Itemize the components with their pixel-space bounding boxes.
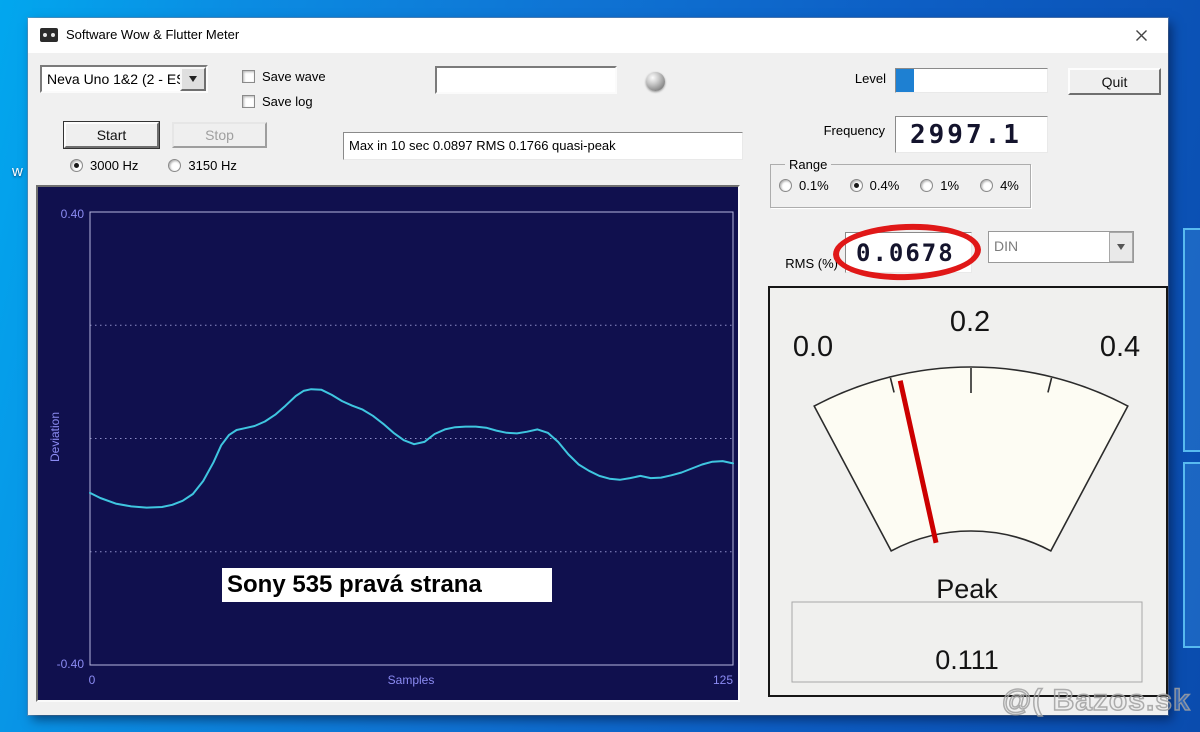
radio-indicator bbox=[779, 179, 792, 192]
radio-indicator bbox=[168, 159, 182, 172]
watermark: @( Bazos.sk bbox=[1001, 683, 1191, 718]
close-icon bbox=[1135, 30, 1147, 41]
scale-label-0: 0.0 bbox=[793, 331, 833, 363]
gauge-face bbox=[813, 366, 1129, 552]
analog-meter: 0.0 0.2 0.4 Peak 0.111 bbox=[768, 286, 1168, 697]
window-title: Software Wow & Flutter Meter bbox=[66, 27, 240, 42]
frequency-display: 2997.1 bbox=[895, 116, 1048, 153]
range-radios: 0.1% 0.4% 1% 4% bbox=[779, 178, 1019, 193]
cassette-app-icon bbox=[40, 28, 58, 42]
title-bar: Software Wow & Flutter Meter bbox=[28, 18, 1168, 53]
status-led-icon bbox=[646, 72, 665, 91]
device-select-value: Neva Uno 1&2 (2 - ESI . bbox=[42, 67, 180, 91]
radio-0-4[interactable]: 0.4% bbox=[849, 178, 900, 193]
checkbox-indicator bbox=[242, 70, 255, 83]
toggle-label: 0.4% bbox=[869, 178, 900, 193]
radio-indicator bbox=[980, 179, 994, 192]
toggle-label: 1% bbox=[940, 178, 960, 193]
radio-0-1[interactable]: 0.1% bbox=[779, 178, 829, 193]
test-frequency-radios: 3000 Hz 3150 Hz bbox=[70, 158, 237, 173]
radio-indicator bbox=[70, 159, 83, 172]
range-group-title: Range bbox=[785, 157, 832, 172]
scale-label-04: 0.4 bbox=[1100, 331, 1140, 363]
peak-label: Peak bbox=[936, 574, 998, 604]
x-axis-title: Samples bbox=[388, 673, 435, 687]
close-button[interactable] bbox=[1122, 18, 1160, 53]
toggle-label: 3150 Hz bbox=[188, 158, 237, 173]
radio-4[interactable]: 4% bbox=[980, 178, 1019, 193]
app-window: Software Wow & Flutter Meter Neva Uno 1&… bbox=[28, 18, 1168, 715]
save-options: Save wave Save log bbox=[242, 69, 326, 109]
chart-annotation: Sony 535 pravá strana bbox=[222, 568, 552, 602]
device-select[interactable]: Neva Uno 1&2 (2 - ESI . bbox=[40, 65, 208, 93]
checkbox-save-log[interactable]: Save log bbox=[242, 94, 326, 109]
meter-canvas: 0.0 0.2 0.4 Peak 0.111 bbox=[791, 306, 1143, 683]
start-button[interactable]: Start bbox=[64, 122, 159, 148]
wallpaper-rectangle bbox=[1183, 462, 1200, 648]
y-axis-top-tick: 0.40 bbox=[61, 207, 85, 221]
x-axis-left-tick: 0 bbox=[89, 673, 96, 687]
stop-button[interactable]: Stop bbox=[172, 122, 267, 148]
radio-3000-hz[interactable]: 3000 Hz bbox=[70, 158, 138, 173]
checkbox-save-wave[interactable]: Save wave bbox=[242, 69, 326, 84]
toggle-label: 4% bbox=[1000, 178, 1019, 193]
y-axis-title: Deviation bbox=[48, 412, 62, 462]
radio-3150-hz[interactable]: 3150 Hz bbox=[168, 158, 237, 173]
level-meter-fill bbox=[896, 69, 915, 92]
wallpaper-rectangle bbox=[1183, 228, 1200, 452]
status-readout: Max in 10 sec 0.0897 RMS 0.1766 quasi-pe… bbox=[343, 132, 743, 160]
deviation-curve bbox=[89, 388, 734, 509]
radio-1[interactable]: 1% bbox=[920, 178, 959, 193]
radio-indicator bbox=[920, 179, 934, 192]
weighting-select-value: DIN bbox=[989, 232, 1109, 262]
range-group: Range 0.1% 0.4% 1% 4% bbox=[770, 157, 1031, 208]
chevron-down-icon[interactable] bbox=[1109, 232, 1133, 262]
toggle-label: Save wave bbox=[262, 69, 326, 84]
frequency-label: Frequency bbox=[823, 123, 885, 138]
toggle-label: 0.1% bbox=[799, 178, 829, 193]
chevron-down-icon[interactable] bbox=[180, 67, 206, 91]
deviation-chart: 0.40 -0.40 0 Samples 125 Deviation Sony … bbox=[36, 185, 740, 702]
level-label: Level bbox=[854, 71, 886, 86]
rms-display: 0.0678 bbox=[845, 232, 972, 273]
checkbox-indicator bbox=[242, 95, 255, 108]
chart-gridlines bbox=[90, 324, 733, 553]
y-axis-bottom-tick: -0.40 bbox=[57, 657, 85, 671]
rms-label: RMS (%) bbox=[785, 256, 838, 271]
filename-input[interactable] bbox=[435, 66, 617, 94]
desktop-icon-label-fragment: w bbox=[12, 163, 23, 180]
x-axis-right-tick: 125 bbox=[713, 673, 733, 687]
peak-value: 0.111 bbox=[935, 645, 999, 675]
chart-canvas: 0.40 -0.40 0 Samples 125 Deviation bbox=[48, 207, 734, 687]
weighting-select[interactable]: DIN bbox=[988, 231, 1134, 263]
level-meter bbox=[895, 68, 1048, 93]
toggle-label: 3000 Hz bbox=[90, 158, 139, 173]
toggle-label: Save log bbox=[262, 94, 313, 109]
radio-indicator bbox=[849, 179, 863, 192]
scale-label-02: 0.2 bbox=[950, 306, 990, 338]
quit-button[interactable]: Quit bbox=[1068, 68, 1161, 95]
